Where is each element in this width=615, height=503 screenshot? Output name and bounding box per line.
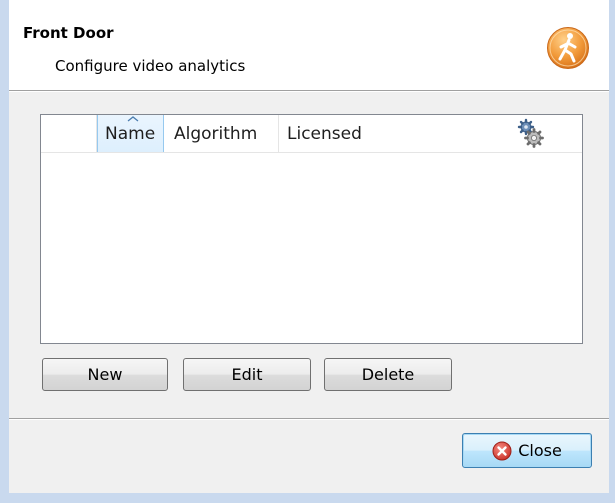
- delete-button[interactable]: Delete: [324, 358, 452, 391]
- list-header: Name Algorithm Licensed: [41, 115, 582, 153]
- pedestrian-icon: [547, 27, 589, 69]
- column-header-algorithm-label: Algorithm: [174, 123, 258, 144]
- window-frame-right: [609, 0, 615, 503]
- column-header-algorithm[interactable]: Algorithm: [164, 115, 279, 152]
- dialog-subtitle: Configure video analytics: [55, 57, 246, 75]
- column-header-blank[interactable]: [41, 115, 97, 152]
- header-divider: [9, 91, 609, 92]
- dialog: Front Door Configure video analytics Nam…: [9, 0, 609, 493]
- column-header-name-label: Name: [105, 123, 156, 144]
- gear-icon[interactable]: [516, 117, 544, 149]
- footer-divider-highlight: [9, 419, 609, 420]
- close-circle-icon: [492, 441, 512, 460]
- edit-button[interactable]: Edit: [183, 358, 311, 391]
- analytics-list[interactable]: Name Algorithm Licensed: [40, 114, 583, 344]
- close-button[interactable]: Close: [462, 433, 592, 468]
- column-header-licensed-label: Licensed: [287, 123, 362, 144]
- window-frame-left: [0, 0, 9, 503]
- new-button[interactable]: New: [42, 358, 168, 391]
- dialog-title: Front Door: [23, 24, 114, 42]
- window-frame-bottom: [0, 493, 615, 503]
- dialog-header: Front Door Configure video analytics: [9, 0, 609, 91]
- close-button-label: Close: [518, 441, 562, 460]
- sort-ascending-icon: [127, 116, 139, 122]
